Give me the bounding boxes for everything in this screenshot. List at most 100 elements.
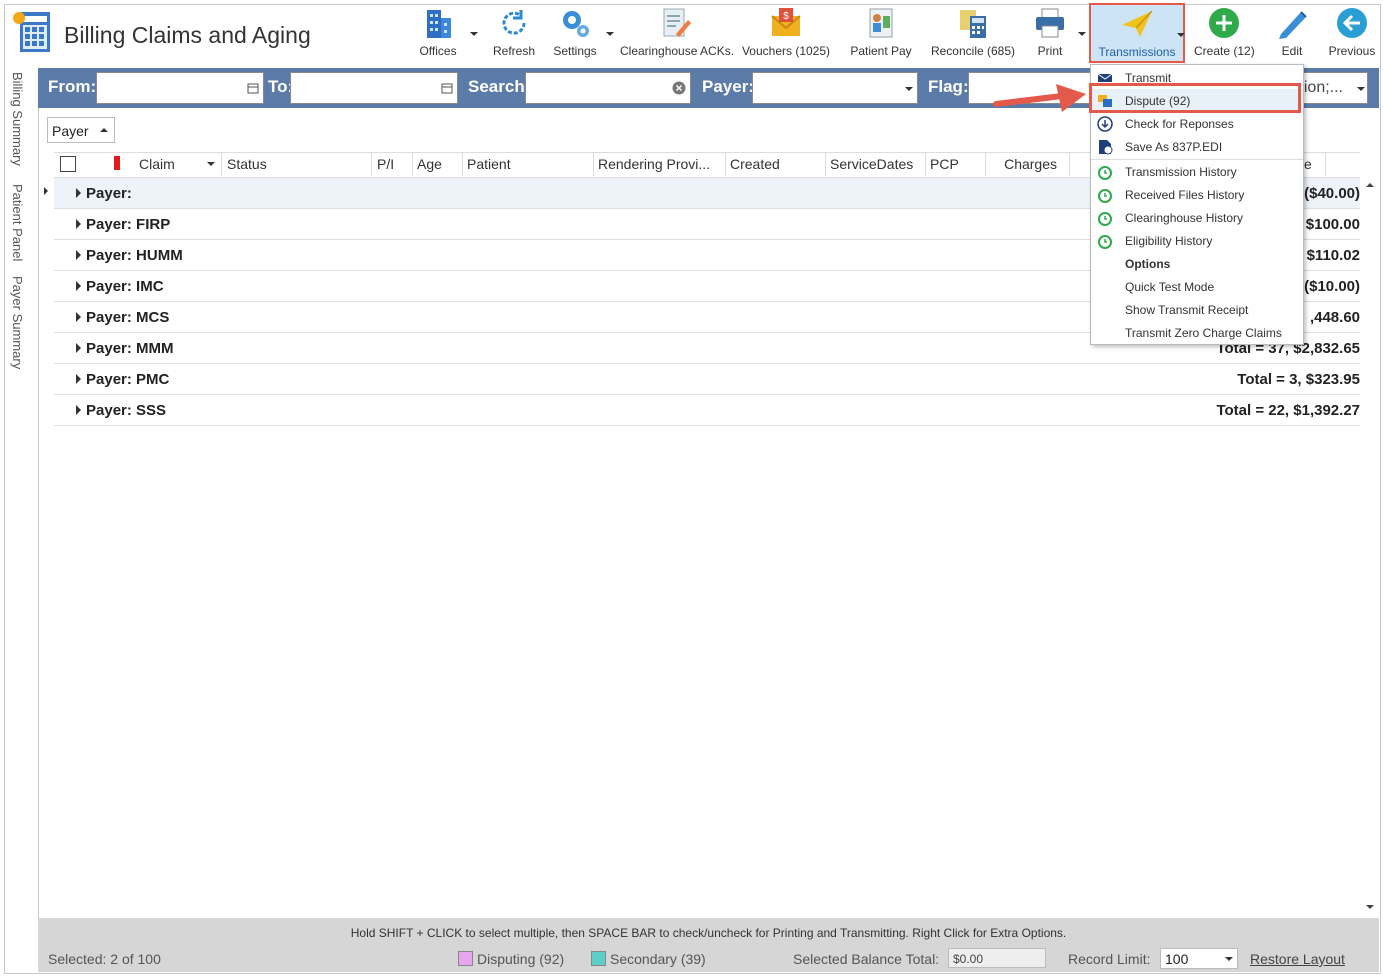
- scroll-up-icon[interactable]: [1366, 182, 1374, 188]
- secondary-legend-swatch: [591, 951, 606, 966]
- vertical-scrollbar[interactable]: [1362, 176, 1378, 916]
- menu-item-save-837[interactable]: Save As 837P.EDI: [1091, 135, 1303, 158]
- sidebar-tab-billing-summary[interactable]: Billing Summary: [10, 72, 25, 166]
- column-age[interactable]: Age: [413, 152, 463, 176]
- menu-item-clearinghouse-history[interactable]: Clearinghouse History: [1091, 206, 1303, 229]
- previous-button[interactable]: Previous: [1326, 4, 1378, 62]
- sidebar-tab-payer-summary[interactable]: Payer Summary: [10, 276, 25, 369]
- clear-search-icon[interactable]: [672, 81, 686, 95]
- offices-dropdown-icon[interactable]: [470, 32, 478, 36]
- patient-pay-button[interactable]: Patient Pay: [846, 4, 916, 62]
- column-created[interactable]: Created: [726, 152, 826, 176]
- search-label: Search:: [468, 77, 531, 96]
- column-patient[interactable]: Patient: [463, 152, 594, 176]
- expand-icon[interactable]: [76, 250, 81, 260]
- vouchers-button[interactable]: $ Vouchers (1025): [740, 4, 832, 62]
- transmissions-button[interactable]: Transmissions: [1089, 3, 1185, 63]
- filter-dropdown-icon[interactable]: [207, 162, 215, 166]
- column-charges[interactable]: Charges: [986, 152, 1070, 176]
- dispute-highlight-box: [1089, 83, 1301, 113]
- search-input[interactable]: [525, 72, 691, 104]
- patient-pay-icon: [869, 8, 893, 38]
- payer-label: Payer:: [702, 77, 754, 96]
- menu-item-show-transmit-receipt[interactable]: Show Transmit Receipt: [1091, 298, 1303, 321]
- payer-group-row[interactable]: Payer: SSS Total = 22, $1,392.27: [54, 395, 1360, 426]
- sidebar-tab-patient-panel[interactable]: Patient Panel: [10, 184, 25, 261]
- plus-circle-icon: [1209, 8, 1239, 38]
- disputing-legend-label: Disputing (92): [477, 951, 565, 967]
- column-claim[interactable]: Claim: [135, 152, 222, 176]
- expand-icon[interactable]: [76, 188, 81, 198]
- expand-icon[interactable]: [76, 219, 81, 229]
- from-date-input[interactable]: [96, 72, 264, 104]
- chevron-down-icon: [1357, 87, 1365, 91]
- refresh-icon: [502, 10, 526, 35]
- create-button[interactable]: Create (12): [1194, 4, 1255, 62]
- print-dropdown-icon[interactable]: [1078, 32, 1086, 36]
- menu-item-check-responses[interactable]: Check for Reponses: [1091, 112, 1303, 135]
- svg-text:$: $: [783, 11, 789, 22]
- expand-icon[interactable]: [76, 374, 81, 384]
- expand-icon[interactable]: [76, 312, 81, 322]
- calendar-icon[interactable]: [247, 82, 259, 94]
- column-rendering-provider[interactable]: Rendering Provi...: [594, 152, 726, 176]
- expand-icon[interactable]: [76, 405, 81, 415]
- gear-icon: [563, 11, 589, 37]
- settings-button[interactable]: Settings: [550, 4, 600, 62]
- annotation-arrow-icon: [993, 84, 1086, 112]
- payer-group-row[interactable]: Payer: PMC Total = 3, $323.95: [54, 364, 1360, 395]
- from-label: From:: [48, 77, 97, 96]
- column-status[interactable]: Status: [223, 152, 372, 176]
- paper-plane-icon: [1122, 10, 1153, 37]
- app-icon: [13, 12, 50, 52]
- download-circle-icon: [1097, 116, 1113, 132]
- expand-icon[interactable]: [76, 281, 81, 291]
- edit-button[interactable]: Edit: [1270, 4, 1314, 62]
- transmissions-dropdown-icon[interactable]: [1177, 33, 1185, 37]
- column-pcp[interactable]: PCP: [926, 152, 986, 176]
- calculator-icon: [960, 10, 986, 38]
- scroll-down-icon[interactable]: [1366, 904, 1374, 910]
- menu-item-received-files-history[interactable]: Received Files History: [1091, 183, 1303, 206]
- status-footer: Hold SHIFT + CLICK to select multiple, t…: [38, 918, 1379, 972]
- calendar-icon[interactable]: [441, 82, 453, 94]
- clearinghouse-acks-button[interactable]: Clearinghouse ACKs.: [620, 4, 734, 62]
- chevron-down-icon: [1225, 957, 1233, 961]
- refresh-button[interactable]: Refresh: [490, 4, 538, 62]
- balance-total-label: Selected Balance Total:: [793, 951, 940, 967]
- menu-item-quick-test-mode[interactable]: Quick Test Mode: [1091, 275, 1303, 298]
- secondary-legend-label: Secondary (39): [610, 951, 706, 967]
- printer-icon: [1036, 8, 1064, 38]
- payer-select[interactable]: [752, 72, 918, 104]
- print-button[interactable]: Print: [1028, 4, 1072, 62]
- save-file-icon: [1099, 140, 1113, 155]
- chevron-down-icon: [905, 87, 913, 91]
- record-limit-label: Record Limit:: [1068, 951, 1151, 967]
- column-service-dates[interactable]: ServiceDates: [826, 152, 926, 176]
- alarm-clock-icon: [1098, 189, 1112, 203]
- page-title: Billing Claims and Aging: [64, 22, 311, 48]
- record-limit-select[interactable]: 100: [1160, 948, 1238, 969]
- reconcile-button[interactable]: Reconcile (685): [928, 4, 1018, 62]
- to-date-input[interactable]: [290, 72, 458, 104]
- alarm-clock-icon: [1098, 235, 1112, 249]
- back-arrow-icon: [1337, 8, 1367, 38]
- sort-ascending-icon: [100, 128, 108, 132]
- select-all-checkbox[interactable]: [60, 156, 76, 172]
- building-icon: [427, 10, 451, 38]
- expand-icon[interactable]: [76, 343, 81, 353]
- menu-item-transmit-zero-charge[interactable]: Transmit Zero Charge Claims: [1091, 321, 1303, 344]
- menu-item-transmission-history[interactable]: Transmission History: [1091, 160, 1303, 183]
- settings-dropdown-icon[interactable]: [606, 32, 614, 36]
- restore-layout-link[interactable]: Restore Layout: [1250, 951, 1345, 967]
- selected-count: Selected: 2 of 100: [48, 951, 161, 967]
- alarm-clock-icon: [1098, 212, 1112, 226]
- footer-hint: Hold SHIFT + CLICK to select multiple, t…: [350, 926, 1067, 940]
- document-edit-icon: [663, 8, 691, 37]
- balance-total-field: $0.00: [948, 948, 1046, 968]
- group-by-payer-chip[interactable]: Payer: [47, 117, 115, 143]
- column-pi[interactable]: P/I: [373, 152, 413, 176]
- disputing-legend-swatch: [458, 951, 473, 966]
- menu-item-eligibility-history[interactable]: Eligibility History: [1091, 229, 1303, 252]
- offices-button[interactable]: Offices: [414, 4, 462, 62]
